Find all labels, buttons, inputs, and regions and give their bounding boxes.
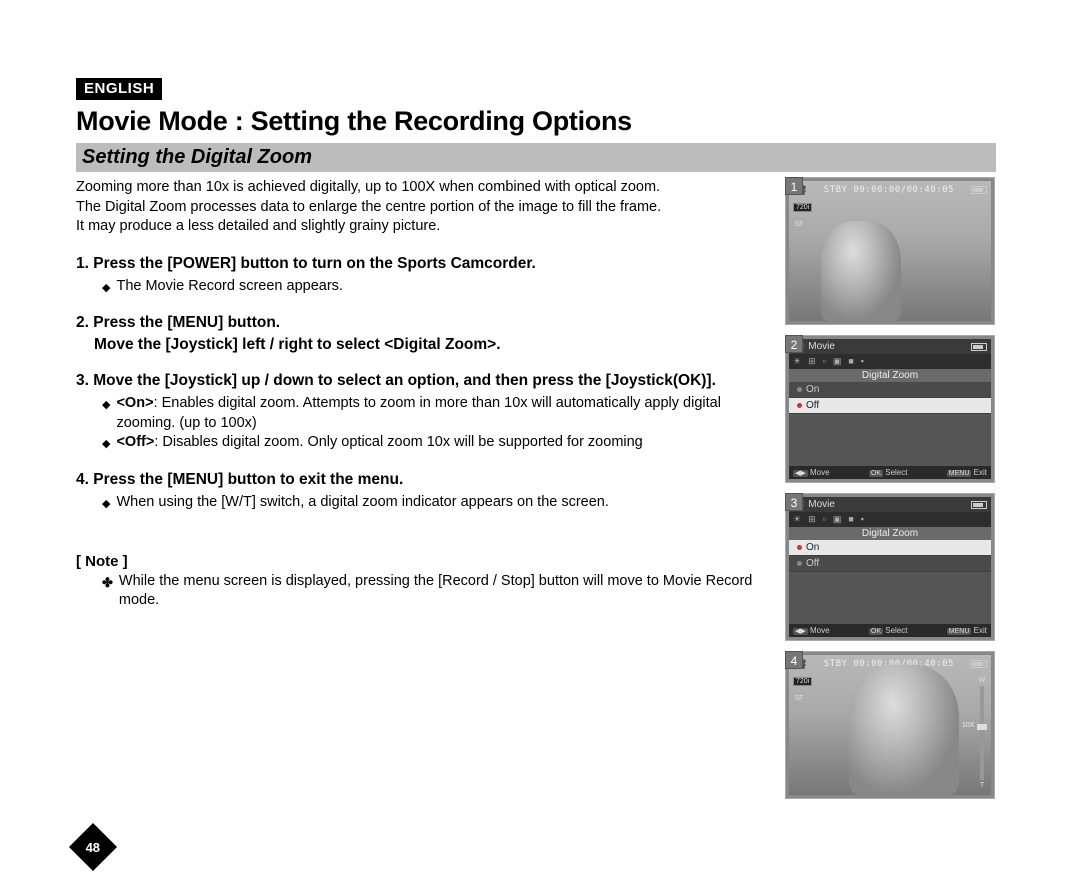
screenshot-4: 4 🎥 STBY 00:00:00/00:40:05 720i SF [786, 652, 996, 798]
sf-badge: SF [793, 692, 805, 704]
note-text: While the menu screen is displayed, pres… [119, 572, 768, 611]
menu-strip-icon: ▣ [833, 356, 842, 367]
menu-hint-move: ◀▶ Move [793, 468, 830, 477]
menu-mode-label: Movie [808, 499, 835, 510]
section-title-bar: Setting the Digital Zoom [76, 143, 996, 172]
diamond-bullet-icon: ◆ [102, 281, 110, 296]
diamond-bullet-icon: ◆ [102, 437, 110, 452]
step-subtext: When using the [W/T] switch, a digital z… [116, 493, 608, 513]
step-subtext: The Movie Record screen appears. [116, 277, 342, 297]
zoom-w-label: W [979, 677, 986, 684]
menu-strip-icon: ⊞ [808, 356, 816, 367]
menu-hint-select: OK Select [869, 626, 908, 635]
menu-icon-strip: ☀ ⊞ ▫ ▣ ■ ▪ [789, 512, 991, 527]
menu-hint-move: ◀▶ Move [793, 626, 830, 635]
resolution-badge: 720i [793, 677, 812, 686]
intro-paragraph: Zooming more than 10x is achieved digita… [76, 178, 768, 237]
thumb-number-badge: 2 [785, 335, 803, 353]
menu-section-label: Digital Zoom [789, 527, 991, 540]
menu-icon-strip: ☀ ⊞ ▫ ▣ ■ ▪ [789, 354, 991, 369]
step-option: <Off>: Disables digital zoom. Only optic… [116, 433, 642, 453]
zoom-10x-label: 10X [962, 722, 974, 729]
menu-hint-select: OK Select [869, 468, 908, 477]
menu-strip-icon: ▣ [833, 514, 842, 525]
step-heading: 3. Move the [Joystick] up / down to sele… [76, 372, 768, 390]
menu-strip-icon: ▪ [861, 356, 864, 367]
menu-mode-label: Movie [808, 341, 835, 352]
thumb-number-badge: 1 [785, 177, 803, 195]
language-badge: ENGLISH [76, 78, 162, 100]
menu-strip-icon: ☀ [793, 514, 801, 525]
sf-badge: SF [793, 218, 805, 230]
step-heading: 2. Press the [MENU] button. [76, 314, 768, 332]
intro-line: The Digital Zoom processes data to enlar… [76, 198, 768, 218]
battery-icon [971, 660, 987, 668]
battery-icon [971, 501, 987, 509]
menu-option-on[interactable]: On [789, 540, 991, 556]
step-heading: 4. Press the [MENU] button to exit the m… [76, 471, 768, 489]
menu-option-off[interactable]: Off [789, 398, 991, 414]
screenshot-3: 3 🎥 Movie ☀ ⊞ ▫ ▣ ■ ▪ Digital Zoom [786, 494, 996, 640]
step-option: <On>: Enables digital zoom. Attempts to … [116, 394, 768, 433]
battery-icon [971, 186, 987, 194]
menu-strip-icon: ⊞ [808, 514, 816, 525]
thumb-number-badge: 4 [785, 651, 803, 669]
battery-icon [971, 343, 987, 351]
cross-bullet-icon: ✤ [102, 574, 113, 592]
step-heading: 1. Press the [POWER] button to turn on t… [76, 255, 768, 273]
zoom-t-label: T [980, 782, 984, 789]
diamond-bullet-icon: ◆ [102, 497, 110, 512]
zoom-indicator: W 10X T [977, 677, 987, 789]
resolution-badge: 720i [793, 203, 812, 212]
menu-strip-icon: ☀ [793, 356, 801, 367]
screenshots-column: 1 🎥 STBY 00:00:00/00:40:05 720i SF [786, 178, 996, 810]
menu-strip-icon: ▫ [823, 514, 826, 525]
step-heading: Move the [Joystick] left / right to sele… [94, 336, 768, 354]
menu-strip-icon: ■ [848, 356, 853, 367]
sample-photo [849, 665, 959, 795]
menu-section-label: Digital Zoom [789, 369, 991, 382]
sample-photo [821, 221, 901, 321]
menu-strip-icon: ■ [848, 514, 853, 525]
note-label: [ Note ] [76, 553, 768, 570]
menu-option-on[interactable]: On [789, 382, 991, 398]
thumb-number-badge: 3 [785, 493, 803, 511]
step-2: 2. Press the [MENU] button. Move the [Jo… [76, 314, 768, 354]
menu-option-off[interactable]: Off [789, 556, 991, 572]
step-3: 3. Move the [Joystick] up / down to sele… [76, 372, 768, 453]
screenshot-1: 1 🎥 STBY 00:00:00/00:40:05 720i SF [786, 178, 996, 324]
screenshot-2: 2 🎥 Movie ☀ ⊞ ▫ ▣ ■ ▪ Digital Zoom [786, 336, 996, 482]
intro-line: Zooming more than 10x is achieved digita… [76, 178, 768, 198]
menu-hint-exit: MENU Exit [947, 468, 987, 477]
osd-stby-label: STBY 00:00:00/00:40:05 [824, 185, 954, 195]
page-number-badge: 48 [69, 823, 117, 871]
step-4: 4. Press the [MENU] button to exit the m… [76, 471, 768, 513]
menu-strip-icon: ▫ [823, 356, 826, 367]
instruction-column: Zooming more than 10x is achieved digita… [76, 178, 768, 810]
step-1: 1. Press the [POWER] button to turn on t… [76, 255, 768, 297]
intro-line: It may produce a less detailed and sligh… [76, 217, 768, 237]
diamond-bullet-icon: ◆ [102, 398, 110, 413]
menu-hint-exit: MENU Exit [947, 626, 987, 635]
menu-strip-icon: ▪ [861, 514, 864, 525]
main-heading: Movie Mode : Setting the Recording Optio… [76, 106, 996, 137]
